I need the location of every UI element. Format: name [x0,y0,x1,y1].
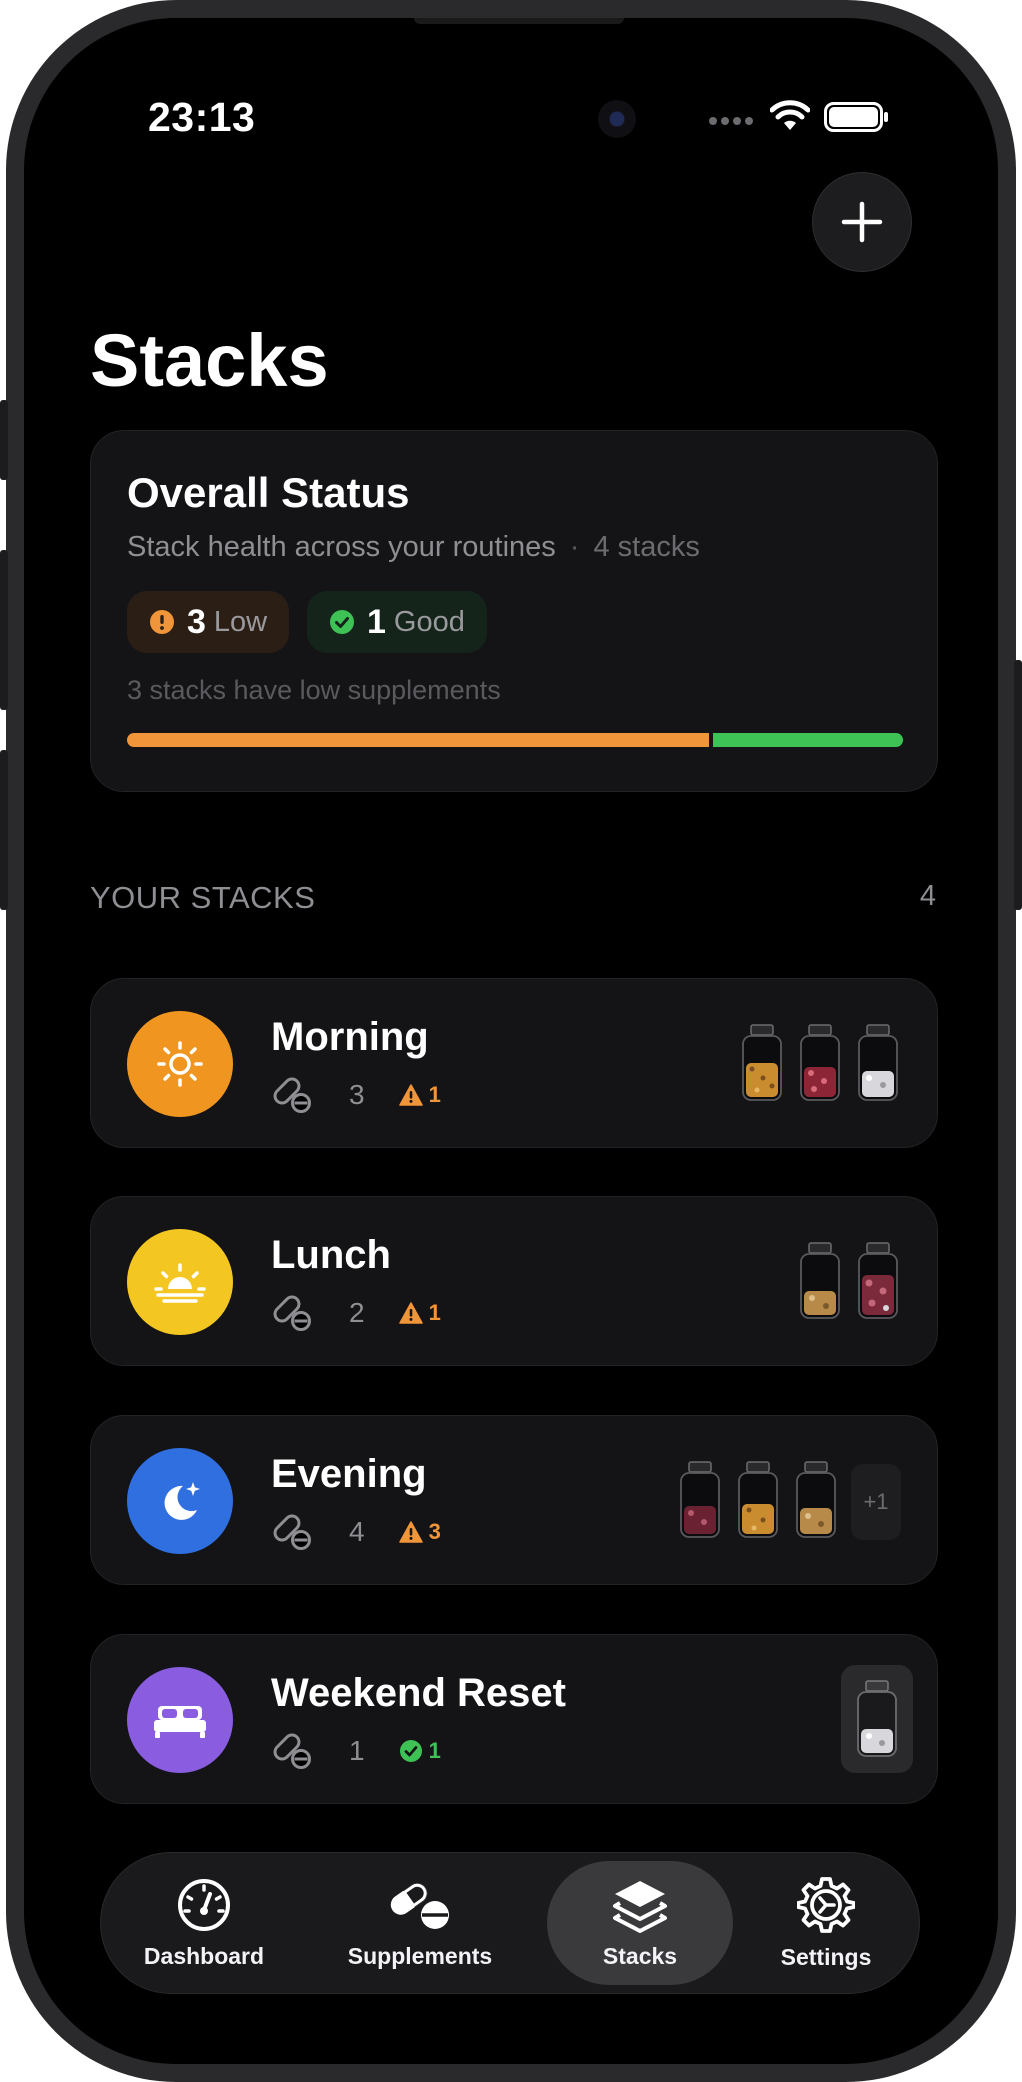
low-label: Low [213,605,268,638]
gear-icon [797,1876,855,1933]
supplement-count: 3 [349,1079,365,1110]
low-alert-badge: 1 [398,1082,441,1108]
jar-icon [858,1024,898,1101]
stack-meta: 1 1 [271,1731,441,1771]
stack-card-weekend-reset[interactable]: Weekend Reset 1 1 [90,1634,938,1804]
tab-settings[interactable]: Settings [741,1861,911,1985]
wifi-icon [769,100,811,137]
sun-icon [127,1011,233,1117]
overall-status-note: 3 stacks have low supplements [127,675,501,705]
stack-meta: 2 1 [271,1293,441,1333]
stack-card-lunch[interactable]: Lunch 2 1 [90,1196,938,1366]
plus-icon [841,201,883,243]
check-circle-icon [399,1740,422,1762]
front-camera [598,100,636,138]
stack-name: Morning [271,1015,429,1059]
warning-icon [398,1084,423,1106]
section-title: YOUR STACKS [90,880,316,915]
tab-supplements[interactable]: Supplements [331,1861,509,1985]
stack-meta: 3 1 [271,1075,441,1115]
stack-name: Lunch [271,1233,391,1277]
supplement-count: 4 [349,1516,365,1547]
low-alert-badge: 1 [398,1300,441,1326]
tab-label: Settings [780,1943,872,1970]
overall-status-title: Overall Status [127,469,410,516]
status-time: 23:13 [148,94,256,140]
alert-count: 1 [428,1738,441,1763]
supplement-jars [739,1023,901,1103]
pills-icon [273,1733,311,1769]
moon-stars-icon [127,1448,233,1554]
battery-icon [824,102,890,137]
good-count: 1 [367,602,386,641]
pills-icon [273,1077,311,1113]
stack-name: Weekend Reset [271,1671,566,1715]
speaker-grille [414,18,624,24]
tab-label: Supplements [347,1942,493,1969]
supplement-count: 2 [349,1297,365,1328]
cellular-icon [708,114,754,132]
pills-icon [273,1295,311,1331]
good-status-pill[interactable]: 1 Good [307,591,487,653]
supplement-count: 1 [349,1735,365,1766]
overall-status-card: Overall Status Stack health across your … [90,430,938,792]
tab-label: Dashboard [143,1942,265,1969]
good-progress-bar [713,733,903,747]
tab-stacks[interactable]: Stacks [547,1861,733,1985]
jar-icon [800,1242,840,1319]
good-alert-badge: 1 [399,1738,441,1764]
subtitle-separator: · [569,531,580,563]
pills-icon [390,1882,449,1929]
gauge-icon [178,1878,230,1931]
volume-up-button [0,550,8,710]
alert-count: 1 [428,1082,441,1107]
stack-card-morning[interactable]: Morning 3 1 [90,978,938,1148]
warning-icon [398,1302,423,1324]
pills-icon [273,1514,311,1550]
phone-frame: 23:13 Stacks Overall Status Stack health… [0,0,1022,2082]
section-count: 4 [919,880,936,912]
low-alert-badge: 3 [398,1519,441,1545]
exclamation-circle-icon [150,610,174,634]
alert-count: 3 [428,1519,441,1544]
bed-icon [127,1667,233,1773]
action-button [0,400,8,480]
power-button [1014,660,1022,910]
jar-icon [857,1680,897,1757]
tab-bar: Dashboard Supplements Stacks Settings [100,1852,920,1994]
stack-meta: 4 3 [271,1512,441,1552]
layers-icon [613,1880,667,1933]
jar-icon [738,1461,778,1538]
more-jars-badge: +1 [851,1464,901,1540]
add-stack-button[interactable] [812,172,912,272]
warning-icon [398,1521,423,1543]
supplement-jars [797,1241,901,1321]
stack-name: Evening [271,1452,427,1496]
supplement-jars [841,1665,913,1773]
low-status-pill[interactable]: 3 Low [127,591,290,653]
low-progress-bar [127,733,709,747]
sunrise-icon [127,1229,233,1335]
tab-dashboard[interactable]: Dashboard [109,1861,299,1985]
alert-count: 1 [428,1300,441,1325]
jar-icon [742,1024,782,1101]
jar-icon [800,1024,840,1101]
good-label: Good [393,605,465,638]
screen: 23:13 Stacks Overall Status Stack health… [24,18,998,2064]
low-count: 3 [187,602,206,641]
jar-icon [796,1461,836,1538]
supplement-jars: +1 [677,1460,901,1540]
stack-card-evening[interactable]: Evening 4 3 +1 [90,1415,938,1585]
jar-icon [680,1461,720,1538]
check-circle-icon [330,610,354,634]
overall-status-subtitle: Stack health across your routines · 4 stac… [127,531,700,564]
page-title: Stacks [90,319,329,402]
volume-down-button [0,750,8,910]
subtitle-text: Stack health across your routines [127,531,556,563]
stack-count-label: 4 stacks [593,531,700,563]
tab-label: Stacks [602,1942,678,1969]
jar-icon [858,1242,898,1319]
